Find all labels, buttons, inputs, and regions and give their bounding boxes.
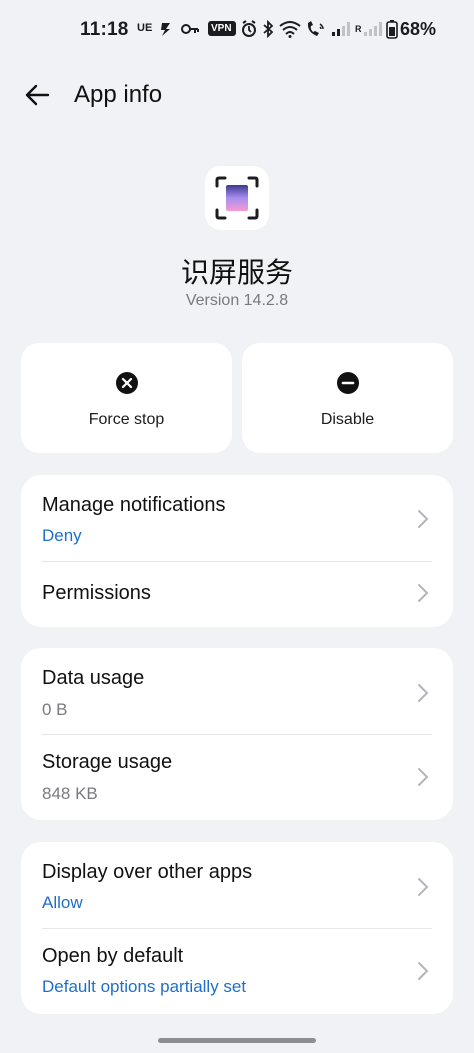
row-title: Permissions xyxy=(42,582,151,604)
close-circle-icon xyxy=(116,372,138,394)
app-icon xyxy=(205,166,269,230)
chevron-right-icon xyxy=(418,962,429,980)
manage-notifications-row[interactable]: Manage notifications Deny xyxy=(21,475,453,561)
wifi-icon xyxy=(279,21,301,38)
row-title: Storage usage xyxy=(42,751,173,773)
row-subtitle: Default options partially set xyxy=(42,977,247,996)
row-title: Manage notifications xyxy=(42,494,226,516)
chevron-right-icon xyxy=(418,510,429,528)
app-behavior-card: Display over other apps Allow Open by de… xyxy=(21,842,453,1014)
chevron-right-icon xyxy=(418,684,429,702)
signal-icon-2 xyxy=(364,22,382,36)
battery-icon xyxy=(386,20,398,39)
screen-recognition-icon xyxy=(215,176,259,220)
signal-icon-1 xyxy=(332,22,350,36)
battery-percentage: 68% xyxy=(400,19,437,39)
data-usage-row[interactable]: Data usage 0 B xyxy=(21,648,453,734)
row-subtitle: Allow xyxy=(42,893,83,912)
row-subtitle: Deny xyxy=(42,526,82,545)
permissions-row[interactable]: Permissions xyxy=(21,562,453,627)
row-title: Display over other apps xyxy=(42,861,253,883)
chevron-right-icon xyxy=(418,584,429,602)
status-bar: 11:18 UE VPN R 68% xyxy=(0,0,474,62)
home-indicator[interactable] xyxy=(158,1038,316,1043)
row-title: Open by default xyxy=(42,945,184,967)
display-over-other-apps-row[interactable]: Display over other apps Allow xyxy=(21,842,453,928)
ue-indicator: UE xyxy=(137,22,153,34)
row-title: Data usage xyxy=(42,667,145,689)
alarm-icon xyxy=(242,20,256,37)
roaming-indicator: R xyxy=(355,24,362,34)
page-title: App info xyxy=(74,81,163,108)
disable-button[interactable]: Disable xyxy=(242,343,453,453)
wifi-calling-icon xyxy=(307,21,324,36)
disable-label: Disable xyxy=(320,411,375,428)
key-icon xyxy=(181,24,199,34)
usage-card: Data usage 0 B Storage usage 848 KB xyxy=(21,648,453,820)
app-version: Version 14.2.8 xyxy=(185,292,289,309)
back-arrow-icon[interactable] xyxy=(22,80,52,110)
bluetooth-icon xyxy=(263,20,274,38)
vpn-badge: VPN xyxy=(208,21,236,36)
app-notification-icon xyxy=(161,23,170,36)
minus-circle-icon xyxy=(337,372,359,394)
force-stop-label: Force stop xyxy=(88,411,165,428)
storage-usage-row[interactable]: Storage usage 848 KB xyxy=(21,735,453,820)
chevron-right-icon xyxy=(418,878,429,896)
notifications-permissions-card: Manage notifications Deny Permissions xyxy=(21,475,453,627)
open-by-default-row[interactable]: Open by default Default options partiall… xyxy=(21,929,453,1014)
row-subtitle: 848 KB xyxy=(42,784,98,803)
chevron-right-icon xyxy=(418,768,429,786)
app-name: 识屏服务 xyxy=(180,257,293,288)
force-stop-button[interactable]: Force stop xyxy=(21,343,232,453)
status-time: 11:18 xyxy=(80,19,129,40)
row-subtitle: 0 B xyxy=(42,700,68,719)
